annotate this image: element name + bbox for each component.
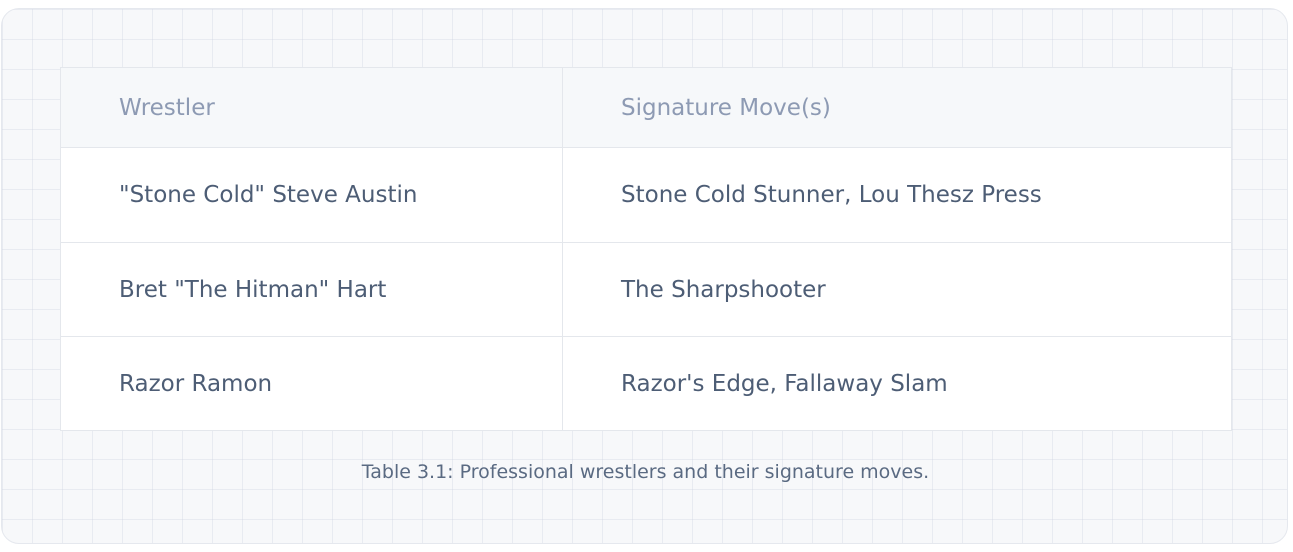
table-caption: Table 3.1: Professional wrestlers and th…: [361, 461, 930, 483]
wrestlers-table: Wrestler Signature Move(s) "Stone Cold" …: [60, 67, 1232, 431]
table-row: Bret "The Hitman" Hart The Sharpshooter: [60, 242, 1232, 337]
signature-move-cell: The Sharpshooter: [562, 242, 1232, 337]
table-card: Wrestler Signature Move(s) "Stone Cold" …: [1, 8, 1288, 544]
table-row: "Stone Cold" Steve Austin Stone Cold Stu…: [60, 147, 1232, 243]
table-row: Razor Ramon Razor's Edge, Fallaway Slam: [60, 336, 1232, 431]
table-header-row: Wrestler Signature Move(s): [60, 67, 1232, 148]
wrestler-cell: Bret "The Hitman" Hart: [60, 242, 563, 337]
signature-move-cell: Razor's Edge, Fallaway Slam: [562, 336, 1232, 431]
column-header-wrestler: Wrestler: [60, 67, 563, 148]
wrestler-cell: "Stone Cold" Steve Austin: [60, 147, 563, 243]
signature-move-cell: Stone Cold Stunner, Lou Thesz Press: [562, 147, 1232, 243]
wrestler-cell: Razor Ramon: [60, 336, 563, 431]
column-header-signature-moves: Signature Move(s): [562, 67, 1232, 148]
